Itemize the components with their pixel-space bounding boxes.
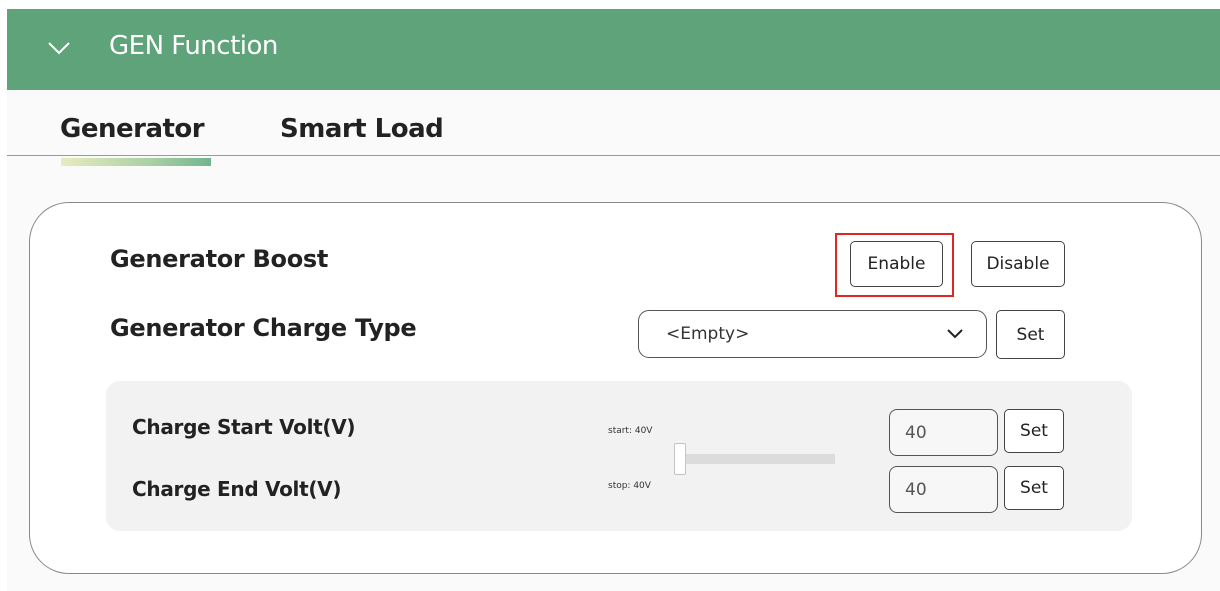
charge-volt-section: Charge Start Volt(V) start: 40V stop: 40… xyxy=(106,381,1132,531)
panel-title: GEN Function xyxy=(109,31,278,61)
charge-type-select[interactable]: <Empty> xyxy=(638,310,987,358)
charge-end-volt-input[interactable] xyxy=(889,466,998,513)
charge-end-volt-label: Charge End Volt(V) xyxy=(132,477,342,501)
gen-function-panel: GEN Function Generator Smart Load Genera… xyxy=(7,9,1220,591)
charge-start-volt-set-button[interactable]: Set xyxy=(1004,409,1064,453)
slider-stop-readout: stop: 40V xyxy=(608,481,651,491)
generator-settings-card: Generator Boost Enable Disable Generator… xyxy=(29,202,1202,574)
generator-charge-type-label: Generator Charge Type xyxy=(110,314,417,342)
volt-slider-handle[interactable] xyxy=(674,443,686,475)
slider-start-readout: start: 40V xyxy=(608,426,653,436)
tab-smart-load[interactable]: Smart Load xyxy=(280,114,444,144)
charge-type-selected-value: <Empty> xyxy=(666,324,750,344)
disable-button[interactable]: Disable xyxy=(971,241,1065,287)
charge-type-set-button[interactable]: Set xyxy=(996,310,1065,359)
active-tab-indicator xyxy=(61,158,211,166)
tab-bar: Generator Smart Load xyxy=(7,90,1220,166)
charge-end-volt-set-button[interactable]: Set xyxy=(1004,466,1064,510)
chevron-down-icon[interactable] xyxy=(48,37,70,59)
charge-start-volt-label: Charge Start Volt(V) xyxy=(132,415,356,439)
panel-header[interactable]: GEN Function xyxy=(7,9,1220,90)
volt-slider-track[interactable] xyxy=(683,454,835,464)
generator-boost-label: Generator Boost xyxy=(110,245,329,273)
tab-generator[interactable]: Generator xyxy=(60,114,205,144)
enable-button[interactable]: Enable xyxy=(850,241,943,287)
charge-start-volt-input[interactable] xyxy=(889,409,998,456)
chevron-down-icon xyxy=(947,329,963,339)
